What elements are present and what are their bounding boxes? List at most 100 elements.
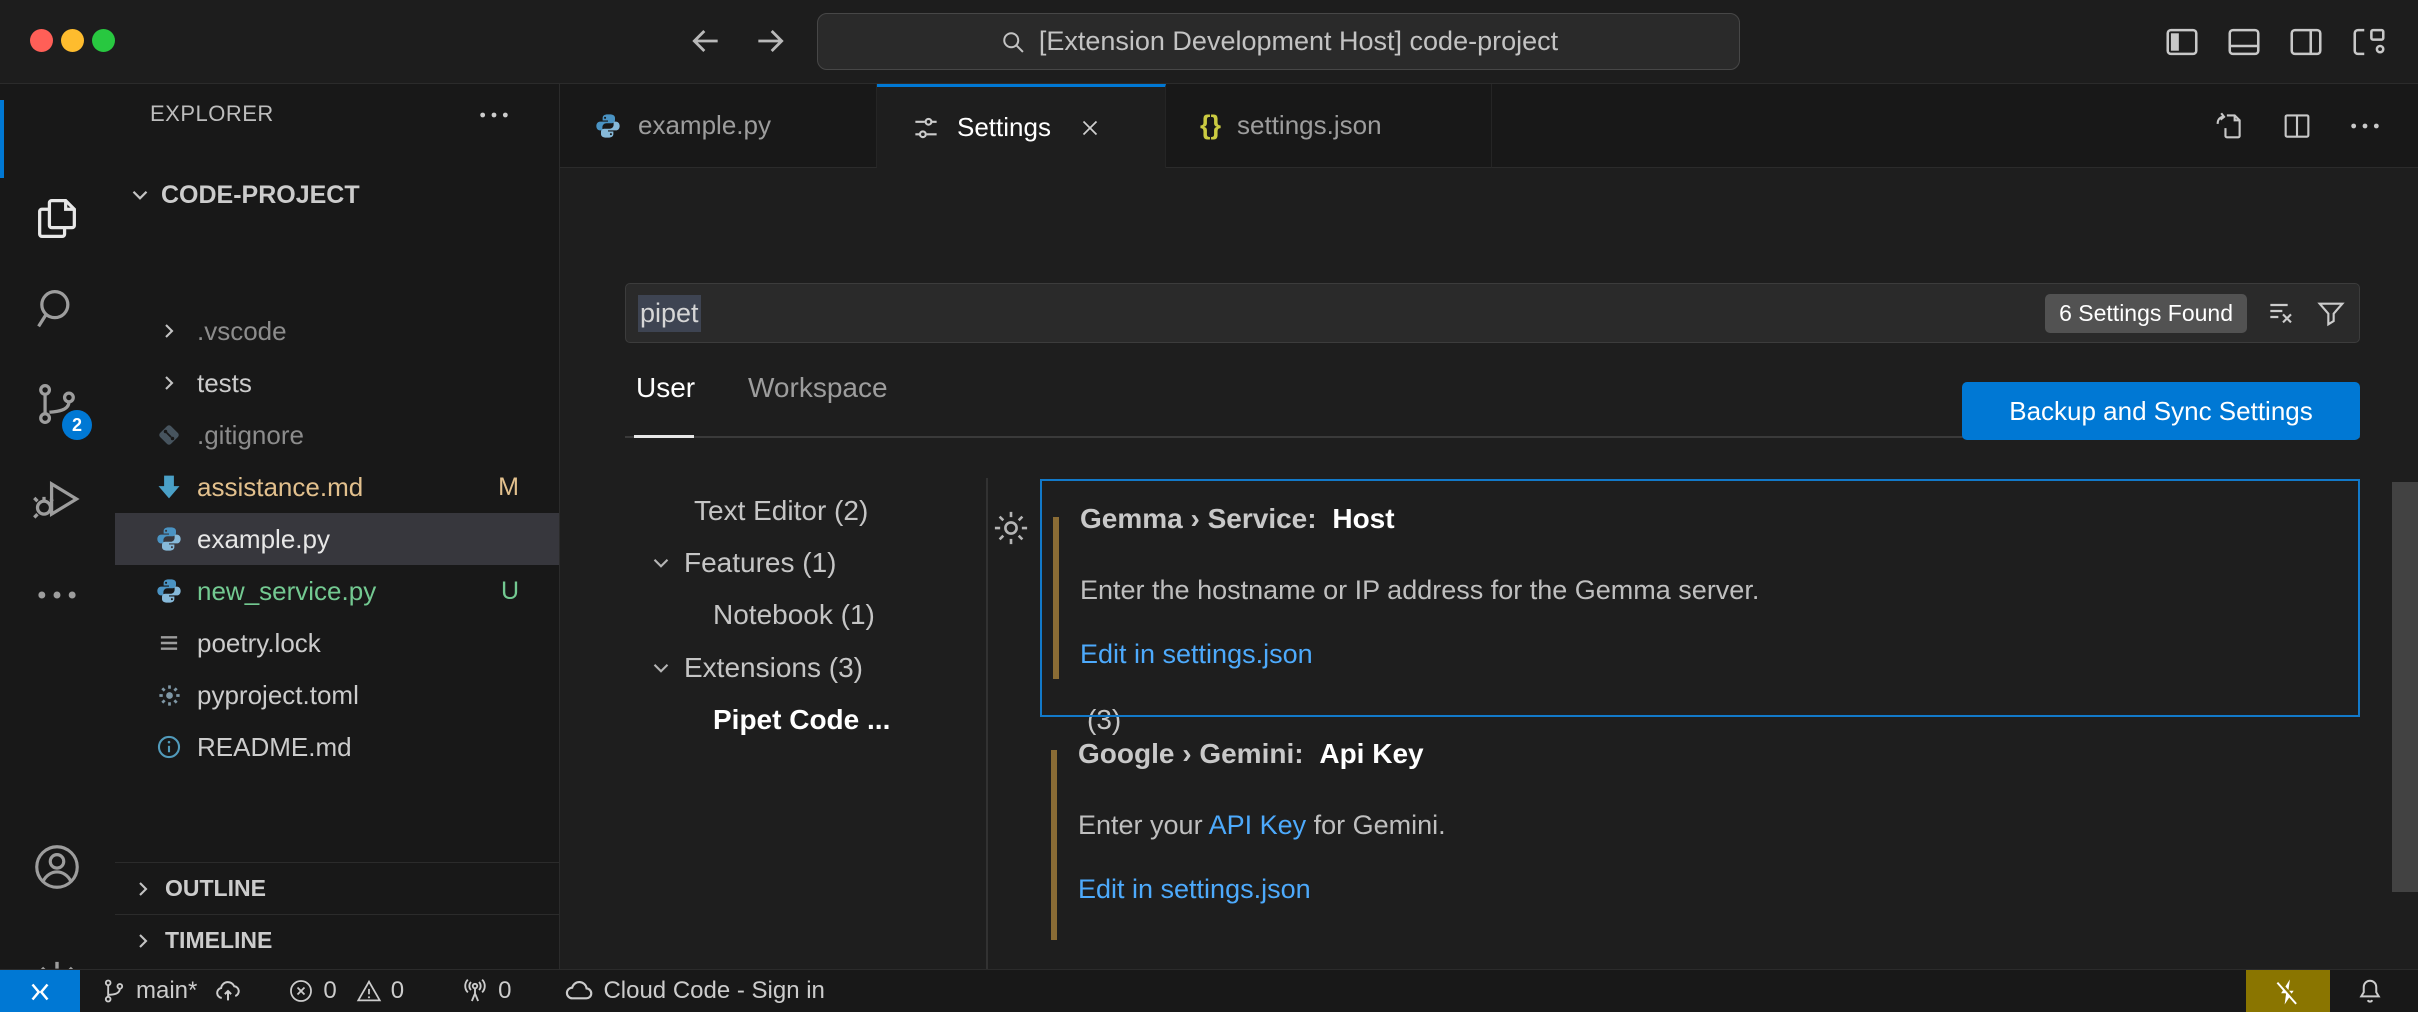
- error-icon: [287, 977, 315, 1005]
- tab-label: settings.json: [1237, 110, 1382, 141]
- filter-icon[interactable]: [2315, 297, 2347, 329]
- explorer-icon[interactable]: [22, 184, 92, 254]
- more-actions-icon[interactable]: [2348, 113, 2382, 139]
- notifications-bell-icon[interactable]: [2340, 970, 2400, 1012]
- file-label: example.py: [197, 524, 330, 555]
- forward-arrow-icon[interactable]: [750, 21, 790, 61]
- lightning-off-status-item[interactable]: [2246, 970, 2330, 1012]
- braces-icon: {}: [1200, 110, 1221, 141]
- file-row-gitignore[interactable]: .gitignore: [115, 409, 559, 461]
- file-row-pyproject-toml[interactable]: pyproject.toml: [115, 669, 559, 721]
- file-row-new-service-py[interactable]: new_service.py U: [115, 565, 559, 617]
- traffic-light-close[interactable]: [30, 29, 53, 52]
- toc-item-extensions[interactable]: Extensions (3): [648, 649, 863, 687]
- traffic-light-zoom[interactable]: [92, 29, 115, 52]
- toggle-secondary-sidebar-icon[interactable]: [2287, 23, 2325, 61]
- close-icon[interactable]: [1077, 115, 1103, 141]
- edit-in-settings-json-link[interactable]: Edit in settings.json: [1078, 874, 1311, 905]
- tab-settings[interactable]: Settings: [877, 84, 1166, 168]
- search-value: pipet: [638, 295, 701, 332]
- tree-root-code-project[interactable]: CODE-PROJECT: [115, 172, 559, 218]
- sidebar-more-actions-icon[interactable]: [477, 102, 511, 128]
- file-row-readme-md[interactable]: README.md: [115, 721, 559, 773]
- toc-item-pipet-code[interactable]: Pipet Code ... (3): [713, 701, 993, 739]
- toc-item-text-editor[interactable]: Text Editor (2): [694, 492, 868, 530]
- backup-sync-settings-button[interactable]: Backup and Sync Settings: [1962, 382, 2360, 440]
- activity-bar: 2 1: [0, 84, 115, 969]
- tab-bar: example.py Settings {} settings.json: [560, 84, 2418, 168]
- ports-status-item[interactable]: 0: [460, 976, 511, 1006]
- sliders-icon: [911, 113, 941, 143]
- active-view-indicator: [0, 100, 4, 178]
- file-label: new_service.py: [197, 576, 376, 607]
- accounts-icon[interactable]: [22, 832, 92, 902]
- toc-label: Pipet Code ...: [713, 704, 890, 736]
- toggle-primary-sidebar-icon[interactable]: [2163, 23, 2201, 61]
- run-and-debug-icon[interactable]: [22, 464, 92, 534]
- tab-settings-json[interactable]: {} settings.json: [1166, 84, 1492, 168]
- file-row-assistance-md[interactable]: assistance.md M: [115, 461, 559, 513]
- setting-item-google-gemini-text-model[interactable]: Google › Gemini: Text Model: [1040, 962, 2360, 969]
- file-label: .gitignore: [197, 420, 304, 451]
- cloud-code-status-item[interactable]: Cloud Code - Sign in: [563, 975, 824, 1007]
- file-row-tests[interactable]: tests: [115, 357, 559, 409]
- split-editor-icon[interactable]: [2280, 109, 2314, 143]
- setting-name: Host: [1332, 503, 1394, 534]
- file-row-vscode[interactable]: .vscode: [115, 305, 559, 357]
- vscode-window: [Extension Development Host] code-projec…: [0, 0, 2418, 1012]
- file-row-example-py[interactable]: example.py: [115, 513, 559, 565]
- warning-icon: [355, 977, 383, 1005]
- python-icon: [153, 525, 185, 553]
- back-arrow-icon[interactable]: [686, 21, 726, 61]
- sidebar-header: EXPLORER: [115, 84, 559, 144]
- outline-section-header[interactable]: OUTLINE: [115, 862, 559, 914]
- tab-bar-actions: [1492, 84, 2418, 168]
- outline-label: OUTLINE: [165, 875, 266, 902]
- toggle-panel-icon[interactable]: [2225, 23, 2263, 61]
- chevron-right-icon: [153, 371, 185, 395]
- edit-in-settings-json-link[interactable]: Edit in settings.json: [1080, 639, 1313, 670]
- setting-name: Api Key: [1319, 738, 1423, 769]
- tab-example-py[interactable]: example.py: [560, 84, 877, 168]
- arrow-down-icon: [153, 473, 185, 501]
- setting-title: Google › Gemini: Api Key: [1078, 738, 1424, 770]
- error-count: 0: [323, 977, 336, 1005]
- chevron-down-icon: [648, 550, 674, 576]
- description-text: for Gemini.: [1306, 810, 1446, 840]
- scope-tab-workspace[interactable]: Workspace: [748, 372, 888, 404]
- file-row-poetry-lock[interactable]: poetry.lock: [115, 617, 559, 669]
- settings-search-input[interactable]: pipet 6 Settings Found: [625, 283, 2360, 343]
- traffic-light-minimize[interactable]: [61, 29, 84, 52]
- file-label: .vscode: [197, 316, 287, 347]
- branch-status-item[interactable]: main*: [100, 976, 243, 1006]
- setting-actions-gear-icon[interactable]: [990, 507, 1032, 549]
- command-center[interactable]: [Extension Development Host] code-projec…: [817, 13, 1740, 70]
- scope-tab-user[interactable]: User: [636, 372, 695, 404]
- branch-label: main*: [136, 977, 197, 1005]
- remote-indicator[interactable]: [0, 970, 80, 1012]
- problems-status-item[interactable]: 0 0: [287, 977, 404, 1005]
- setting-item-google-gemini-api-key[interactable]: Google › Gemini: Api Key Enter your API …: [1040, 726, 2360, 969]
- ports-count: 0: [498, 977, 511, 1005]
- settings-editor: pipet 6 Settings Found User Workspace Ba…: [560, 168, 2418, 969]
- api-key-link[interactable]: API Key: [1209, 810, 1307, 840]
- chevron-down-icon: [127, 182, 153, 208]
- cloud-icon: [563, 975, 595, 1007]
- scrollbar-thumb[interactable]: [2392, 482, 2418, 892]
- radio-tower-icon: [460, 976, 490, 1006]
- customize-layout-icon[interactable]: [2350, 23, 2388, 61]
- toc-label: Extensions (3): [684, 652, 863, 684]
- timeline-section-header[interactable]: TIMELINE: [115, 914, 559, 966]
- status-bar: main* 0 0 0 Cloud Code - Sig: [0, 969, 2418, 1012]
- search-view-icon[interactable]: [22, 274, 92, 344]
- toc-item-features[interactable]: Features (1): [648, 544, 837, 582]
- toc-item-notebook[interactable]: Notebook (1): [713, 596, 875, 634]
- file-label: pyproject.toml: [197, 680, 359, 711]
- clear-search-icon[interactable]: [2265, 297, 2297, 329]
- setting-item-gemma-service-host[interactable]: Gemma › Service: Host Enter the hostname…: [1040, 479, 2360, 717]
- more-views-icon[interactable]: [22, 560, 92, 630]
- sidebar-title: EXPLORER: [150, 101, 274, 127]
- modified-indicator: [1051, 750, 1057, 940]
- open-settings-json-icon[interactable]: [2212, 109, 2246, 143]
- setting-category: Gemma › Service:: [1080, 503, 1317, 534]
